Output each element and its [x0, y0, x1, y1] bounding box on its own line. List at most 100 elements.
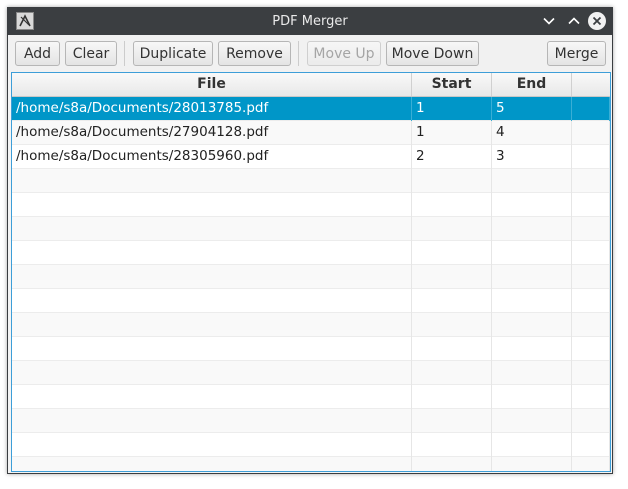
filler-cell	[572, 193, 610, 217]
end-cell[interactable]: 3	[492, 145, 572, 169]
table-row[interactable]: /home/s8a/Documents/28013785.pdf 1 5	[12, 97, 610, 121]
end-cell	[492, 241, 572, 265]
remove-button[interactable]: Remove	[218, 41, 291, 66]
start-cell	[412, 457, 492, 471]
empty-table-row[interactable]	[12, 241, 610, 265]
close-icon	[592, 16, 602, 26]
start-cell	[412, 169, 492, 193]
title-bar[interactable]: PDF Merger	[8, 8, 612, 35]
move-down-button[interactable]: Move Down	[386, 41, 479, 66]
file-cell	[12, 313, 412, 337]
empty-table-row[interactable]	[12, 337, 610, 361]
minimize-button[interactable]	[539, 11, 559, 31]
end-cell	[492, 433, 572, 457]
start-cell	[412, 361, 492, 385]
filler-cell	[572, 313, 610, 337]
column-header-start[interactable]: Start	[412, 73, 492, 96]
file-cell	[12, 169, 412, 193]
empty-table-row[interactable]	[12, 193, 610, 217]
minimize-icon	[543, 17, 555, 25]
file-cell	[12, 337, 412, 361]
start-cell	[412, 337, 492, 361]
close-button[interactable]	[587, 11, 607, 31]
empty-table-row[interactable]	[12, 217, 610, 241]
file-cell[interactable]: /home/s8a/Documents/28305960.pdf	[12, 145, 412, 169]
merge-button[interactable]: Merge	[547, 41, 606, 66]
filler-cell	[572, 457, 610, 471]
filler-cell	[572, 265, 610, 289]
start-cell	[412, 409, 492, 433]
end-cell	[492, 217, 572, 241]
end-cell	[492, 361, 572, 385]
maximize-icon	[568, 17, 580, 25]
end-cell	[492, 289, 572, 313]
empty-table-row[interactable]	[12, 265, 610, 289]
end-cell	[492, 409, 572, 433]
file-cell	[12, 433, 412, 457]
window-title: PDF Merger	[272, 14, 348, 29]
file-table[interactable]: File Start End /home/s8a/Documents/28013…	[11, 72, 611, 472]
file-cell	[12, 241, 412, 265]
start-cell	[412, 265, 492, 289]
table-row[interactable]: /home/s8a/Documents/28305960.pdf 2 3	[12, 145, 610, 169]
filler-cell	[572, 361, 610, 385]
file-cell	[12, 385, 412, 409]
file-cell	[12, 265, 412, 289]
end-cell	[492, 313, 572, 337]
end-cell	[492, 337, 572, 361]
filler-cell	[572, 241, 610, 265]
end-cell	[492, 457, 572, 471]
toolbar-separator	[298, 41, 299, 66]
column-header-end[interactable]: End	[492, 73, 572, 96]
end-cell[interactable]: 4	[492, 121, 572, 145]
filler-cell	[572, 385, 610, 409]
end-cell	[492, 265, 572, 289]
start-cell[interactable]: 2	[412, 145, 492, 169]
file-cell[interactable]: /home/s8a/Documents/28013785.pdf	[12, 97, 412, 121]
table-row[interactable]: /home/s8a/Documents/27904128.pdf 1 4	[12, 121, 610, 145]
end-cell	[492, 385, 572, 409]
start-cell[interactable]: 1	[412, 97, 492, 121]
file-cell	[12, 409, 412, 433]
file-cell	[12, 457, 412, 471]
add-button[interactable]: Add	[15, 41, 60, 66]
file-cell[interactable]: /home/s8a/Documents/27904128.pdf	[12, 121, 412, 145]
empty-table-row[interactable]	[12, 409, 610, 433]
filler-cell	[572, 289, 610, 313]
start-cell	[412, 289, 492, 313]
start-cell	[412, 385, 492, 409]
table-header: File Start End	[12, 73, 610, 97]
empty-table-row[interactable]	[12, 361, 610, 385]
start-cell	[412, 433, 492, 457]
end-cell	[492, 193, 572, 217]
empty-table-row[interactable]	[12, 169, 610, 193]
filler-cell	[572, 433, 610, 457]
duplicate-button[interactable]: Duplicate	[133, 41, 213, 66]
filler-cell	[572, 217, 610, 241]
empty-table-row[interactable]	[12, 385, 610, 409]
start-cell	[412, 217, 492, 241]
clear-button[interactable]: Clear	[65, 41, 117, 66]
empty-table-row[interactable]	[12, 313, 610, 337]
move-up-button[interactable]: Move Up	[307, 41, 381, 66]
filler-cell	[572, 337, 610, 361]
end-cell[interactable]: 5	[492, 97, 572, 121]
maximize-button[interactable]	[564, 11, 584, 31]
start-cell[interactable]: 1	[412, 121, 492, 145]
column-header-file[interactable]: File	[12, 73, 412, 96]
toolbar-separator	[124, 41, 125, 66]
empty-table-row[interactable]	[12, 433, 610, 457]
start-cell	[412, 313, 492, 337]
filler-cell	[572, 97, 610, 121]
filler-cell	[572, 145, 610, 169]
column-header-filler	[572, 73, 610, 96]
app-window: PDF Merger Add Clear Duplicate Remove Mo…	[7, 7, 613, 474]
table-body: /home/s8a/Documents/28013785.pdf 1 5/home/…	[12, 97, 610, 471]
empty-table-row[interactable]	[12, 289, 610, 313]
start-cell	[412, 241, 492, 265]
file-cell	[12, 217, 412, 241]
filler-cell	[572, 169, 610, 193]
start-cell	[412, 193, 492, 217]
filler-cell	[572, 121, 610, 145]
empty-table-row[interactable]	[12, 457, 610, 471]
